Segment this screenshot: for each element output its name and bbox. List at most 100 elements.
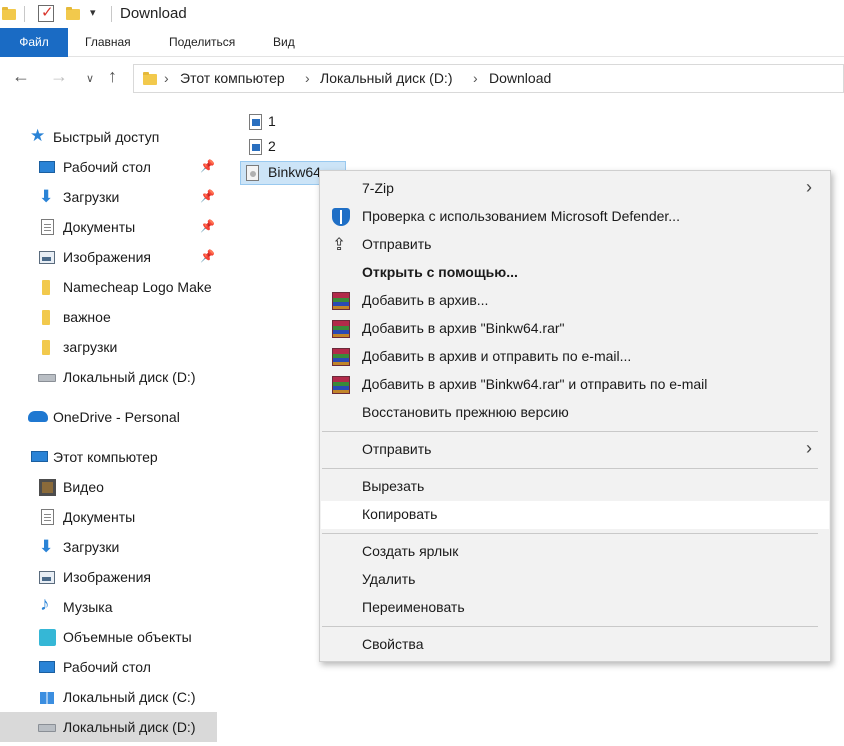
menu-item-add-archive-email[interactable]: Добавить в архив и отправить по e-mail..… bbox=[320, 343, 830, 371]
pin-icon[interactable]: 📌 bbox=[200, 159, 215, 173]
breadcrumb-separator-icon[interactable]: › bbox=[305, 70, 310, 86]
menu-item-defender-scan[interactable]: Проверка с использованием Microsoft Defe… bbox=[320, 203, 830, 231]
file-icon bbox=[249, 114, 262, 130]
dll-file-icon bbox=[246, 165, 259, 181]
nav-pc-documents[interactable]: Документы bbox=[0, 502, 222, 532]
nav-downloads-folder[interactable]: загрузки bbox=[0, 332, 222, 362]
winrar-icon bbox=[332, 292, 350, 310]
menu-item-share[interactable]: ⇪ Отправить bbox=[320, 231, 830, 259]
folder-icon bbox=[143, 72, 157, 85]
menu-item-copy[interactable]: Копировать bbox=[321, 501, 829, 529]
menu-label: Создать ярлык bbox=[362, 543, 459, 559]
address-bar[interactable]: › Этот компьютер › Локальный диск (D:) ›… bbox=[133, 64, 844, 93]
breadcrumb-separator-icon[interactable]: › bbox=[473, 70, 478, 86]
nav-label: Изображения bbox=[63, 569, 151, 585]
tab-file[interactable]: Файл bbox=[0, 28, 68, 57]
winrar-icon bbox=[332, 376, 350, 394]
chevron-right-icon: › bbox=[806, 438, 812, 458]
nav-drive-c[interactable]: Локальный диск (C:) bbox=[0, 682, 222, 712]
menu-item-create-shortcut[interactable]: Создать ярлык bbox=[320, 538, 830, 566]
nav-pc-pictures[interactable]: Изображения bbox=[0, 562, 222, 592]
nav-pc-downloads[interactable]: ⬇ Загрузки bbox=[0, 532, 222, 562]
nav-label: загрузки bbox=[63, 339, 118, 355]
menu-item-add-rar-email[interactable]: Добавить в архив "Binkw64.rar" и отправи… bbox=[320, 371, 830, 399]
navigation-pane: ★ Быстрый доступ Рабочий стол 📌 ⬇ Загруз… bbox=[0, 120, 222, 746]
context-menu: 7-Zip › Проверка с использованием Micros… bbox=[319, 170, 831, 662]
menu-item-add-archive[interactable]: Добавить в архив... bbox=[320, 287, 830, 315]
nav-drive-d-quick[interactable]: Локальный диск (D:) bbox=[0, 362, 222, 392]
menu-label: Добавить в архив... bbox=[362, 292, 489, 308]
nav-quick-access[interactable]: ★ Быстрый доступ bbox=[0, 122, 222, 152]
menu-separator bbox=[322, 468, 818, 469]
nav-desktop[interactable]: Рабочий стол 📌 bbox=[0, 152, 222, 182]
pin-icon[interactable]: 📌 bbox=[200, 249, 215, 263]
nav-documents[interactable]: Документы 📌 bbox=[0, 212, 222, 242]
breadcrumb-this-pc[interactable]: Этот компьютер bbox=[180, 70, 285, 86]
breadcrumb-drive-d[interactable]: Локальный диск (D:) bbox=[320, 70, 453, 86]
menu-separator bbox=[322, 431, 818, 432]
new-folder-icon[interactable] bbox=[66, 7, 80, 20]
breadcrumb-download[interactable]: Download bbox=[489, 70, 551, 86]
menu-separator bbox=[322, 533, 818, 534]
properties-check-icon[interactable] bbox=[38, 3, 54, 22]
computer-icon bbox=[31, 451, 48, 462]
menu-item-send-to[interactable]: Отправить › bbox=[320, 436, 830, 464]
menu-item-cut[interactable]: Вырезать bbox=[320, 473, 830, 501]
tab-home[interactable]: Главная bbox=[85, 28, 131, 57]
menu-item-rename[interactable]: Переименовать bbox=[320, 594, 830, 622]
nav-3d-objects[interactable]: Объемные объекты bbox=[0, 622, 222, 652]
nav-label: Локальный диск (C:) bbox=[63, 689, 196, 705]
pictures-icon bbox=[39, 571, 55, 584]
pictures-icon bbox=[39, 251, 55, 264]
nav-onedrive[interactable]: OneDrive - Personal bbox=[0, 402, 222, 432]
nav-important-folder[interactable]: важное bbox=[0, 302, 222, 332]
winrar-icon bbox=[332, 348, 350, 366]
nav-drive-d[interactable]: Локальный диск (D:) bbox=[0, 712, 217, 742]
menu-label: Добавить в архив и отправить по e-mail..… bbox=[362, 348, 632, 364]
chevron-right-icon: › bbox=[806, 177, 812, 197]
nav-label: Документы bbox=[63, 509, 136, 525]
nav-video[interactable]: Видео bbox=[0, 472, 222, 502]
nav-namecheap-folder[interactable]: Namecheap Logo Make bbox=[0, 272, 222, 302]
nav-label: Рабочий стол bbox=[63, 159, 151, 175]
breadcrumb-separator-icon[interactable]: › bbox=[164, 70, 169, 86]
menu-label: Вырезать bbox=[362, 478, 425, 494]
menu-label: Добавить в архив "Binkw64.rar" bbox=[362, 320, 565, 336]
menu-item-7zip[interactable]: 7-Zip › bbox=[320, 175, 830, 203]
desktop-icon bbox=[39, 661, 55, 673]
file-name: 1 bbox=[268, 113, 276, 129]
menu-item-open-with[interactable]: Открыть с помощью... bbox=[320, 259, 830, 287]
menu-item-delete[interactable]: Удалить bbox=[320, 566, 830, 594]
divider bbox=[24, 6, 25, 22]
nav-music[interactable]: ♪ Музыка bbox=[0, 592, 222, 622]
nav-label: Namecheap Logo Make bbox=[63, 279, 212, 295]
up-arrow-icon[interactable]: ↑ bbox=[108, 66, 117, 87]
nav-label: Документы bbox=[63, 219, 136, 235]
menu-item-properties[interactable]: Свойства bbox=[320, 631, 830, 659]
tab-share[interactable]: Поделиться bbox=[169, 28, 235, 57]
nav-label: Локальный диск (D:) bbox=[63, 369, 196, 385]
tab-view[interactable]: Вид bbox=[273, 28, 295, 57]
folder-icon bbox=[42, 280, 50, 295]
pin-icon[interactable]: 📌 bbox=[200, 189, 215, 203]
menu-label: Удалить bbox=[362, 571, 416, 587]
nav-label: OneDrive - Personal bbox=[53, 409, 180, 425]
nav-label: Музыка bbox=[63, 599, 113, 615]
nav-pictures[interactable]: Изображения 📌 bbox=[0, 242, 222, 272]
forward-arrow-icon[interactable]: → bbox=[50, 66, 68, 87]
menu-label: Добавить в архив "Binkw64.rar" и отправи… bbox=[362, 376, 708, 392]
menu-item-restore-version[interactable]: Восстановить прежнюю версию bbox=[320, 399, 830, 427]
customize-toolbar-icon[interactable]: ▾ bbox=[90, 6, 96, 19]
menu-label: Свойства bbox=[362, 636, 424, 652]
folder-icon bbox=[42, 340, 50, 355]
recent-locations-chevron-icon[interactable]: ∨ bbox=[86, 72, 94, 85]
nav-pc-desktop[interactable]: Рабочий стол bbox=[0, 652, 222, 682]
pin-icon[interactable]: 📌 bbox=[200, 219, 215, 233]
back-arrow-icon[interactable]: ← bbox=[12, 66, 30, 87]
menu-label: Копировать bbox=[362, 506, 438, 522]
menu-label: Проверка с использованием Microsoft Defe… bbox=[362, 208, 680, 224]
nav-this-pc[interactable]: Этот компьютер bbox=[0, 442, 222, 472]
menu-item-add-rar[interactable]: Добавить в архив "Binkw64.rar" bbox=[320, 315, 830, 343]
defender-shield-icon bbox=[332, 208, 350, 226]
nav-downloads[interactable]: ⬇ Загрузки 📌 bbox=[0, 182, 222, 212]
